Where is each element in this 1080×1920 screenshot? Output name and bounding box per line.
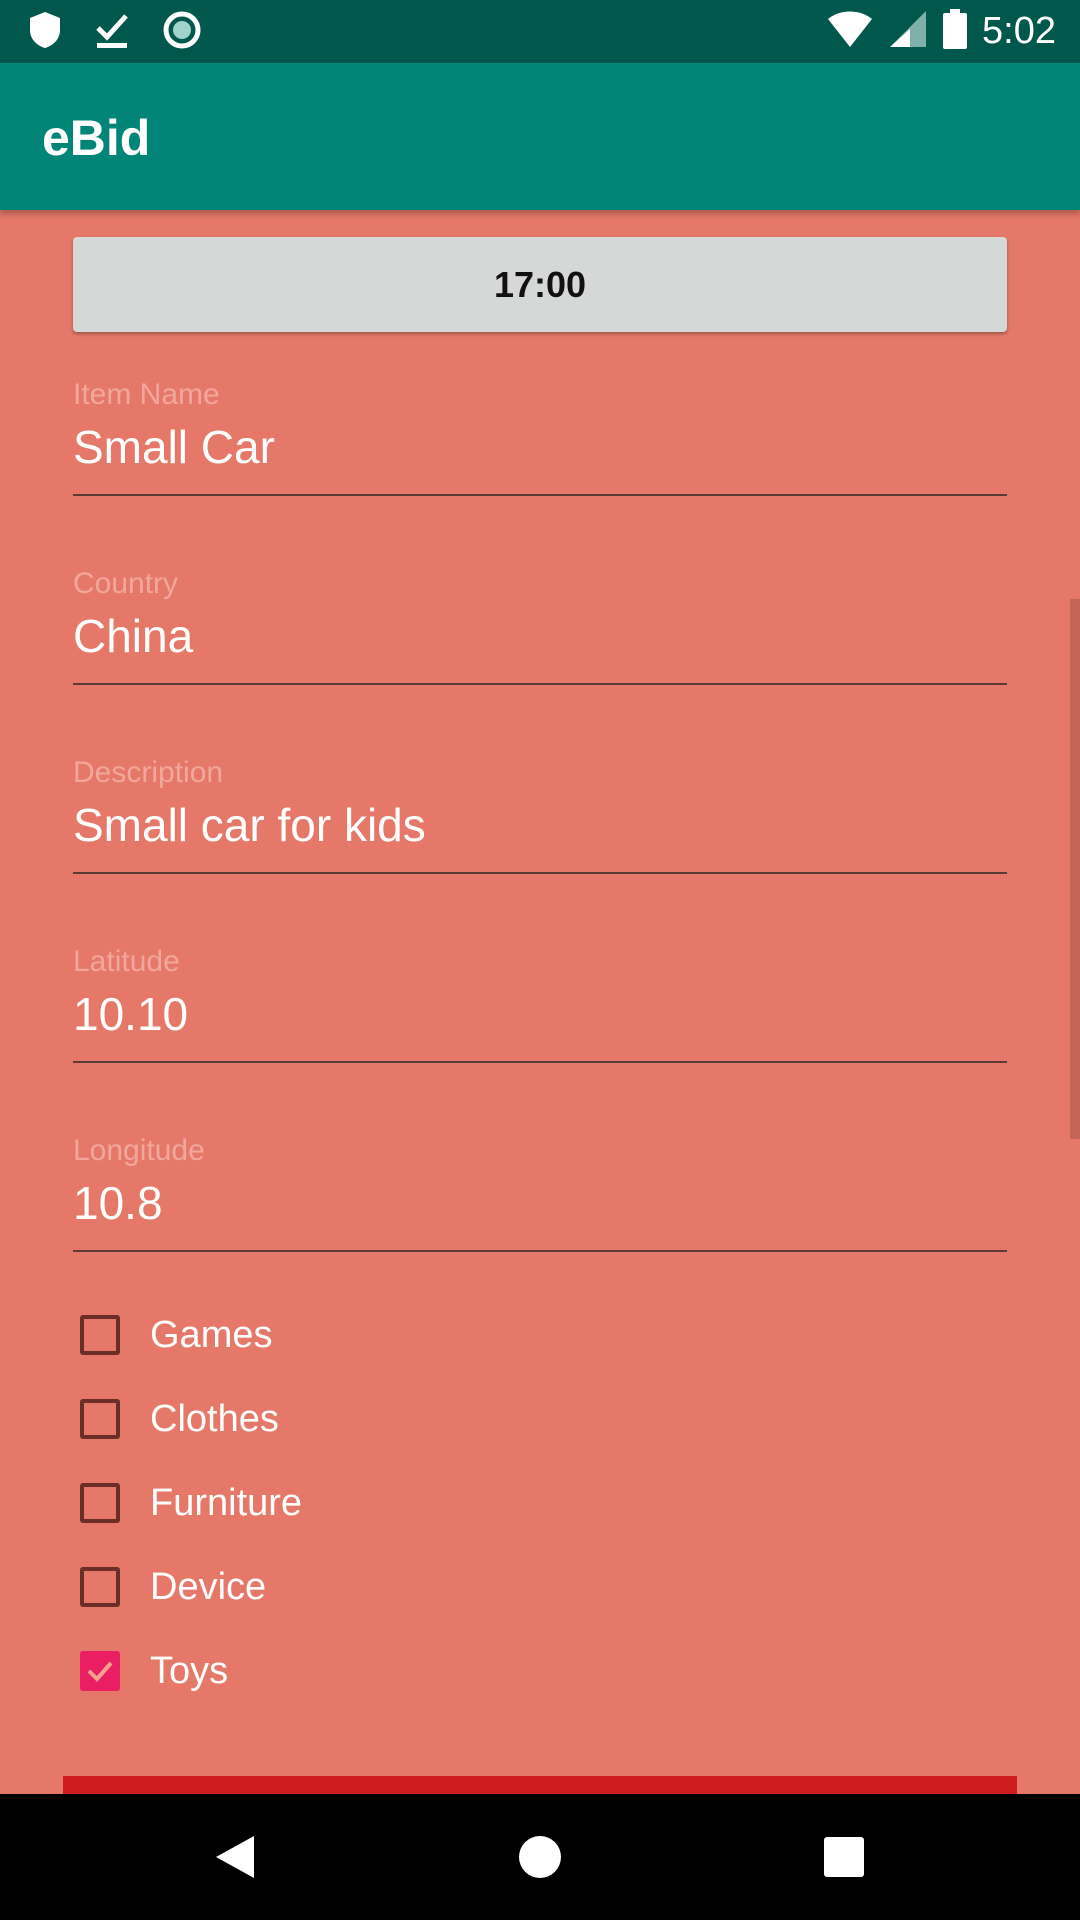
app-title: eBid — [42, 110, 151, 166]
item-name-label: Item Name — [73, 378, 220, 411]
category-checkbox-furniture[interactable]: Furniture — [80, 1473, 302, 1533]
checkbox-box[interactable] — [80, 1567, 120, 1607]
checkbox-label: Furniture — [150, 1481, 303, 1524]
country-field[interactable]: Country China — [73, 567, 1007, 717]
checkbox-label: Device — [150, 1565, 267, 1608]
check-icon — [87, 1661, 113, 1682]
description-underline — [73, 872, 1007, 874]
category-checkbox-games[interactable]: Games — [80, 1305, 272, 1365]
longitude-label: Longitude — [73, 1134, 205, 1167]
time-picker-button[interactable]: 17:00 — [73, 237, 1007, 332]
category-checkbox-clothes[interactable]: Clothes — [80, 1389, 279, 1449]
description-input[interactable]: Small car for kids — [73, 798, 426, 852]
form-content[interactable]: 17:00 Item Name Small Car Country China … — [0, 210, 1080, 1794]
country-label: Country — [73, 567, 179, 600]
recents-icon[interactable] — [824, 1794, 864, 1920]
battery-icon — [942, 8, 968, 54]
home-icon[interactable] — [518, 1794, 562, 1920]
checkbox-label: Toys — [150, 1649, 229, 1692]
item-name-input[interactable]: Small Car — [73, 420, 275, 474]
longitude-field[interactable]: Longitude 10.8 — [73, 1134, 1007, 1284]
checkbox-label: Clothes — [150, 1397, 279, 1440]
longitude-input[interactable]: 10.8 — [73, 1176, 163, 1230]
wifi-icon — [826, 9, 874, 54]
record-icon — [162, 10, 202, 55]
longitude-underline — [73, 1250, 1007, 1252]
item-name-field[interactable]: Item Name Small Car — [73, 378, 1007, 528]
submit-button[interactable] — [63, 1776, 1017, 1794]
description-field[interactable]: Description Small car for kids — [73, 756, 1007, 906]
latitude-label: Latitude — [73, 945, 180, 978]
back-icon[interactable] — [214, 1794, 256, 1920]
item-name-underline — [73, 494, 1007, 496]
latitude-input[interactable]: 10.10 — [73, 987, 188, 1041]
status-bar: 5:02 — [0, 0, 1080, 63]
checkbox-box[interactable] — [80, 1483, 120, 1523]
latitude-field[interactable]: Latitude 10.10 — [73, 945, 1007, 1095]
checkbox-box[interactable] — [80, 1399, 120, 1439]
cell-signal-icon — [888, 9, 928, 54]
status-time: 5:02 — [982, 10, 1056, 52]
navigation-bar — [0, 1794, 1080, 1920]
description-label: Description — [73, 756, 224, 789]
scrollbar-thumb[interactable] — [1070, 599, 1080, 1139]
country-input[interactable]: China — [73, 609, 193, 663]
shield-icon — [28, 10, 62, 55]
checkbox-label: Games — [150, 1313, 273, 1356]
country-underline — [73, 683, 1007, 685]
download-done-icon — [94, 10, 130, 55]
category-checkbox-toys[interactable]: Toys — [80, 1641, 228, 1701]
checkbox-box[interactable] — [80, 1315, 120, 1355]
app-bar: eBid — [0, 63, 1080, 210]
category-checkbox-device[interactable]: Device — [80, 1557, 266, 1617]
latitude-underline — [73, 1061, 1007, 1063]
checkbox-box[interactable] — [80, 1651, 120, 1691]
